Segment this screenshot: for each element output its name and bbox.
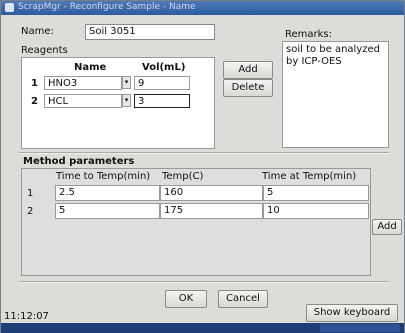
reagent-name-select[interactable]: HNO3 bbox=[44, 76, 122, 90]
system-tray bbox=[320, 324, 400, 332]
remarks-textarea[interactable]: soil to be analyzed by ICP-OES bbox=[282, 41, 389, 148]
time-to-temp-input[interactable]: 2.5 bbox=[55, 185, 160, 201]
divider bbox=[19, 281, 389, 283]
window-title: ScrapMgr - Reconfigure Sample - Name bbox=[18, 2, 196, 12]
temp-input[interactable]: 160 bbox=[160, 185, 263, 201]
reagents-label: Reagents bbox=[21, 45, 68, 56]
reagent-row-number: 2 bbox=[31, 96, 38, 107]
remarks-label: Remarks: bbox=[285, 29, 333, 40]
show-keyboard-button[interactable]: Show keyboard bbox=[306, 304, 398, 322]
time-at-temp-input[interactable]: 10 bbox=[263, 203, 369, 219]
method-parameters-label: Method parameters bbox=[23, 156, 135, 167]
reagent-row-number: 1 bbox=[31, 78, 38, 89]
name-label: Name: bbox=[21, 26, 54, 37]
reagent-vol-input[interactable]: 3 bbox=[134, 94, 190, 108]
method-header-temp: Temp(C) bbox=[162, 171, 204, 182]
chevron-down-icon[interactable]: ▾ bbox=[122, 94, 131, 107]
method-row-number: 1 bbox=[27, 188, 34, 199]
cancel-button[interactable]: Cancel bbox=[218, 290, 268, 308]
method-header-time-to-temp: Time to Temp(min) bbox=[56, 171, 151, 182]
method-header-time-at-temp: Time at Temp(min) bbox=[262, 171, 357, 182]
status-bar bbox=[1, 323, 404, 333]
add-method-step-button[interactable]: Add bbox=[372, 219, 402, 235]
time-to-temp-input[interactable]: 5 bbox=[55, 203, 160, 219]
divider bbox=[19, 152, 389, 154]
method-row-number: 2 bbox=[27, 206, 34, 217]
window-icon bbox=[5, 3, 14, 12]
reagents-header-vol: Vol(mL) bbox=[142, 62, 186, 73]
reagent-name-select[interactable]: HCL bbox=[44, 94, 122, 108]
name-input[interactable]: Soil 3051 bbox=[85, 24, 215, 40]
time-at-temp-input[interactable]: 5 bbox=[263, 185, 369, 201]
dialog-window: ScrapMgr - Reconfigure Sample - Name Nam… bbox=[0, 0, 405, 333]
reagents-table: Name Vol(mL) 1 HNO3 ▾ 9 2 HCL ▾ 3 bbox=[21, 57, 215, 149]
reagent-vol-input[interactable]: 9 bbox=[134, 76, 190, 90]
reagents-header-name: Name bbox=[74, 62, 107, 73]
delete-reagent-button[interactable]: Delete bbox=[223, 79, 273, 97]
clock: 11:12:07 bbox=[4, 311, 49, 322]
title-bar[interactable]: ScrapMgr - Reconfigure Sample - Name bbox=[1, 1, 404, 15]
ok-button[interactable]: OK bbox=[165, 290, 207, 308]
method-table: Time to Temp(min) Temp(C) Time at Temp(m… bbox=[21, 168, 371, 276]
temp-input[interactable]: 175 bbox=[160, 203, 263, 219]
add-reagent-button[interactable]: Add bbox=[223, 61, 273, 79]
chevron-down-icon[interactable]: ▾ bbox=[122, 76, 131, 89]
